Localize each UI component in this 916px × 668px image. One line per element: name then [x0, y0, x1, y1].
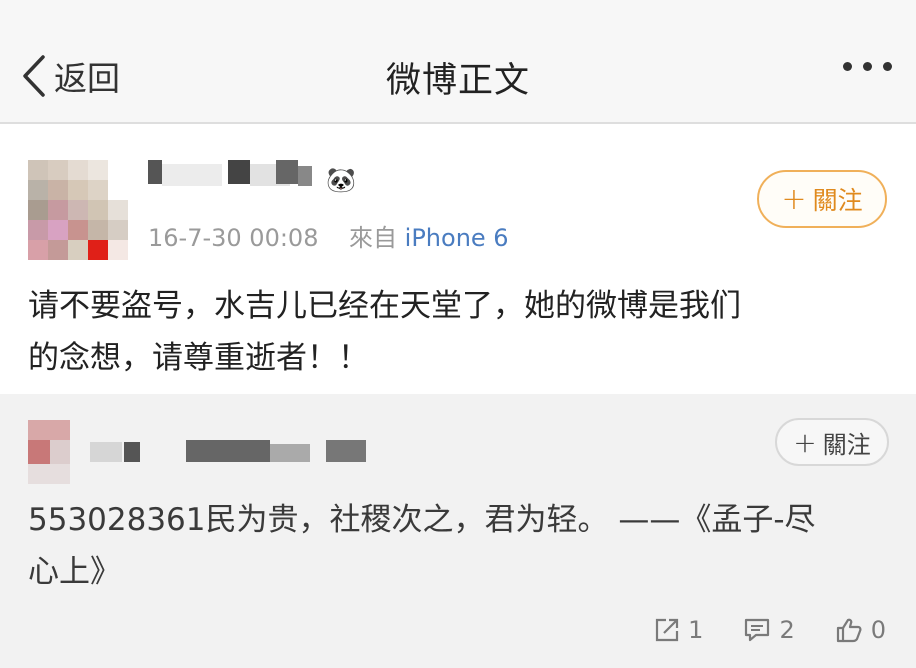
- repost-card: + 關注 553028361民为贵，社稷次之，君为轻。 ——《孟子-尽 心上》 …: [0, 394, 916, 668]
- post-text-line: 的念想，请尊重逝者！！: [28, 340, 369, 376]
- comment-icon: [745, 618, 770, 642]
- action-bar: 1 2 0: [654, 616, 886, 644]
- post-text: 请不要盗号，水吉儿已经在天堂了，她的微博是我们 的念想，请尊重逝者！！: [28, 280, 888, 384]
- comment-count: 2: [779, 616, 795, 644]
- like-action[interactable]: 0: [835, 616, 886, 644]
- follow-label: 關注: [812, 186, 863, 215]
- share-count: 1: [688, 616, 704, 644]
- weibo-post: 🐼 16-7-30 00:08 來自 iPhone 6 + 關注 请不要盗号，水…: [0, 126, 916, 394]
- plus-icon: +: [781, 181, 807, 217]
- post-source-prefix: 來自: [349, 224, 398, 252]
- more-dots-icon[interactable]: [843, 62, 892, 71]
- repost-avatar[interactable]: [28, 420, 70, 484]
- thumbs-up-icon: [836, 618, 862, 643]
- share-action[interactable]: 1: [654, 616, 703, 644]
- repost-text-line: 553028361民为贵，社稷次之，君为轻。 ——《孟子-尽: [28, 502, 816, 538]
- avatar[interactable]: [28, 160, 128, 260]
- like-count: 0: [870, 616, 886, 644]
- repost-username-blurred[interactable]: [90, 438, 380, 464]
- share-icon: [656, 618, 679, 642]
- follow-button[interactable]: + 關注: [757, 170, 887, 228]
- post-source[interactable]: iPhone 6: [405, 224, 509, 252]
- post-meta: 16-7-30 00:08 來自 iPhone 6: [148, 218, 509, 253]
- top-nav-bar: 返回 微博正文: [0, 0, 916, 124]
- page-title: 微博正文: [385, 61, 530, 101]
- repost-follow-label: 關注: [822, 430, 871, 459]
- plus-icon: +: [793, 425, 817, 459]
- repost-text-line: 心上》: [28, 554, 121, 590]
- repost-follow-button[interactable]: + 關注: [775, 418, 889, 466]
- panda-emoji-icon: 🐼: [326, 166, 356, 194]
- repost-text: 553028361民为贵，社稷次之，君为轻。 ——《孟子-尽 心上》: [28, 494, 898, 598]
- username-blurred[interactable]: [148, 156, 312, 190]
- post-text-line: 请不要盗号，水吉儿已经在天堂了，她的微博是我们: [28, 288, 741, 324]
- post-timestamp: 16-7-30 00:08: [148, 224, 319, 252]
- comment-action[interactable]: 2: [743, 616, 795, 644]
